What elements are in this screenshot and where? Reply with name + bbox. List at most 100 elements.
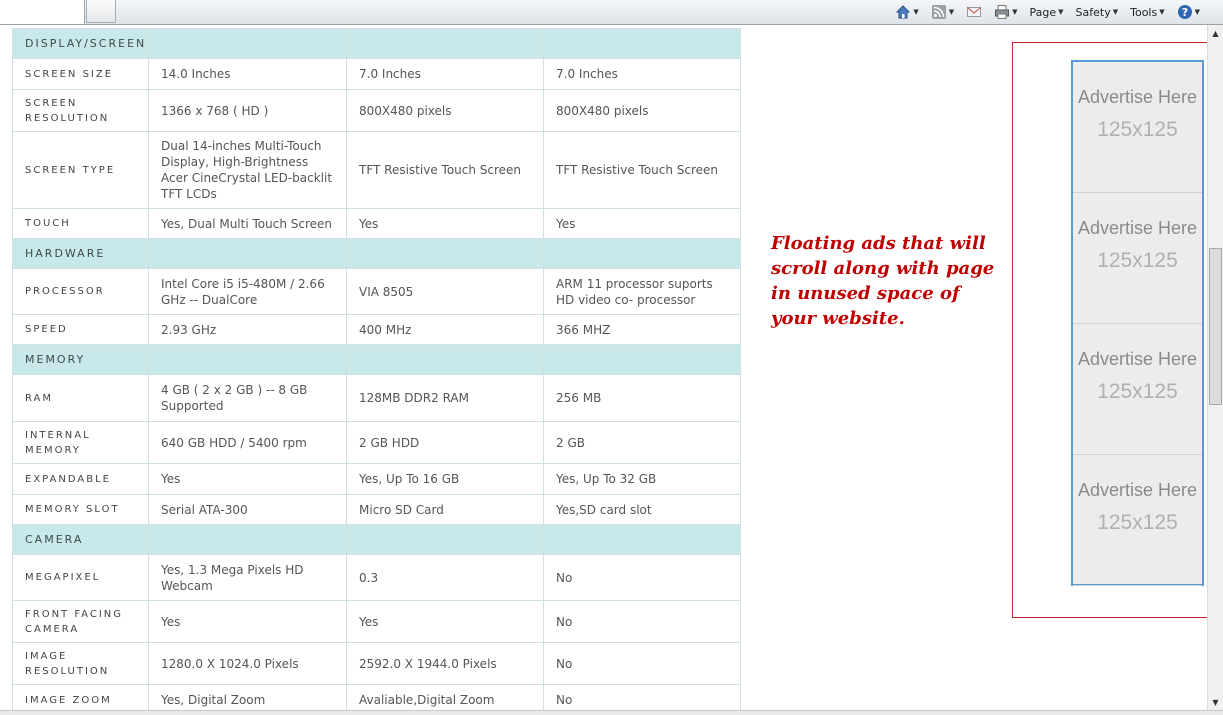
spec-value-cell: 128MB DDR2 RAM [346,374,544,422]
new-tab-button[interactable] [86,0,116,23]
spec-label: EXPANDABLE [12,463,149,495]
spec-value-cell [148,524,347,555]
table-row: PROCESSOR Intel Core i5 i5-480M / 2.66 GH… [12,268,741,315]
spec-value-cell: 366 MHZ [543,314,741,345]
home-button[interactable]: ▼ [892,4,921,20]
spec-value-cell [543,344,741,375]
floating-ads-caption: Floating ads that will scroll along with… [771,233,995,329]
spec-value-cell: 400 MHz [346,314,544,345]
page-menu[interactable]: Page ▼ [1027,6,1067,19]
spec-value-cell [148,28,347,59]
spec-label: INTERNAL MEMORY [12,421,149,464]
chevron-down-icon[interactable]: ▼ [1012,8,1017,16]
spec-label: PROCESSOR [12,268,149,315]
spec-value-cell: Yes, Digital Zoom [148,684,347,710]
spec-value-cell [543,524,741,555]
spec-value-cell: 2592.0 X 1944.0 Pixels [346,642,544,685]
spec-value-cell: VIA 8505 [346,268,544,315]
ad-slot[interactable]: Advertise Here 125x125 [1073,324,1202,455]
spec-label: SCREEN SIZE [12,58,149,90]
section-heading: DISPLAY/SCREEN [12,28,149,59]
spec-value-cell: Yes,SD card slot [543,494,741,525]
table-row: SCREEN TYPE Dual 14-inches Multi-Touch Di… [12,131,741,209]
help-menu[interactable]: ? ▼ [1174,4,1203,20]
spec-value-cell [346,28,544,59]
page-content: DISPLAY/SCREEN SCREEN SIZE 14.0 Inches 7.0 … [0,25,1207,710]
browser-tab[interactable] [0,0,85,24]
page-menu-label: Page [1029,5,1057,19]
spec-value-cell: Yes, 1.3 Mega Pixels HD Webcam [148,554,347,601]
table-row: IMAGE ZOOM Yes, Digital Zoom Avaliable,Dig… [12,684,741,710]
print-button[interactable]: ▼ [991,4,1020,20]
read-mail-button[interactable] [963,4,985,20]
table-row: SCREEN SIZE 14.0 Inches 7.0 Inches 7.0 Inch… [12,58,741,90]
spec-value-cell: 14.0 Inches [148,58,347,90]
spec-value-cell: Yes, Up To 32 GB [543,463,741,495]
spec-value-cell [346,524,544,555]
spec-value-cell: 7.0 Inches [543,58,741,90]
ad-size: 125x125 [1097,249,1178,272]
chevron-down-icon[interactable]: ▼ [913,8,918,16]
tools-menu-label: Tools [1130,5,1158,19]
spec-value-cell [346,344,544,375]
spec-value-cell: 2 GB [543,421,741,464]
spec-value-cell: 4 GB ( 2 x 2 GB ) -- 8 GB Supported [148,374,347,422]
ad-slot[interactable]: Advertise Here 125x125 [1073,455,1202,586]
table-row: TOUCH Yes, Dual Multi Touch Screen Yes Yes [12,208,741,239]
spec-value-cell: 1280.0 X 1024.0 Pixels [148,642,347,685]
status-bar [0,710,1223,715]
chevron-down-icon[interactable]: ▼ [949,8,954,16]
spec-value-cell: ARM 11 processor suports HD video co- pr… [543,268,741,315]
vertical-scrollbar[interactable]: ▲ ▼ [1207,25,1223,710]
spec-value-cell: Serial ATA-300 [148,494,347,525]
spec-value-cell: Avaliable,Digital Zoom [346,684,544,710]
section-heading: HARDWARE [12,238,149,269]
ad-size: 125x125 [1097,380,1178,403]
safety-menu[interactable]: Safety ▼ [1073,6,1122,19]
table-row: INTERNAL MEMORY 640 GB HDD / 5400 rpm 2 GB… [12,421,741,464]
spec-label: IMAGE RESOLUTION [12,642,149,685]
ad-title: Advertise Here [1077,349,1198,369]
spec-label: SCREEN RESOLUTION [12,89,149,132]
ad-slot[interactable]: Advertise Here 125x125 [1073,62,1202,193]
print-icon [994,4,1010,20]
spec-value-cell: Micro SD Card [346,494,544,525]
section-heading: CAMERA [12,524,149,555]
spec-label: RAM [12,374,149,422]
command-bar-items: ▼ ▼ ▼ Page ▼ Safety ▼ Tools ▼ ? ▼ [892,0,1203,24]
spec-label: MEGAPIXEL [12,554,149,601]
spec-label: IMAGE ZOOM [12,684,149,710]
spec-value-cell: No [543,554,741,601]
spec-value-cell: 2 GB HDD [346,421,544,464]
chevron-down-icon: ▼ [1194,8,1200,16]
ad-title: Advertise Here [1077,480,1198,500]
spec-value-cell: No [543,642,741,685]
spec-label: SCREEN TYPE [12,131,149,209]
ad-slot[interactable]: Advertise Here 125x125 [1073,193,1202,324]
spec-value-cell: Yes [543,208,741,239]
home-icon [895,4,911,20]
spec-value-cell: 0.3 [346,554,544,601]
spec-value-cell [346,238,544,269]
table-section-row: MEMORY [12,344,741,375]
table-row: SCREEN RESOLUTION 1366 x 768 ( HD ) 800X48… [12,89,741,132]
scroll-down-arrow-icon[interactable]: ▼ [1208,694,1223,710]
scroll-up-arrow-icon[interactable]: ▲ [1208,25,1223,41]
spec-value-cell: 256 MB [543,374,741,422]
spec-value-cell [543,28,741,59]
feeds-button[interactable]: ▼ [928,4,957,20]
spec-value-cell: TFT Resistive Touch Screen [543,131,741,209]
section-heading: MEMORY [12,344,149,375]
safety-menu-label: Safety [1075,5,1111,19]
spec-value-cell: Yes, Up To 16 GB [346,463,544,495]
spec-value-cell [543,238,741,269]
spec-value-cell [148,238,347,269]
spec-value-cell [148,344,347,375]
spec-comparison-table: DISPLAY/SCREEN SCREEN SIZE 14.0 Inches 7.0 … [12,28,741,710]
tools-menu[interactable]: Tools ▼ [1127,6,1168,19]
spec-value-cell: No [543,600,741,643]
chevron-down-icon: ▼ [1112,8,1119,16]
table-row: MEGAPIXEL Yes, 1.3 Mega Pixels HD Webcam 0… [12,554,741,601]
scrollbar-thumb[interactable] [1209,248,1222,405]
table-row: EXPANDABLE Yes Yes, Up To 16 GB Yes, Up To … [12,463,741,495]
